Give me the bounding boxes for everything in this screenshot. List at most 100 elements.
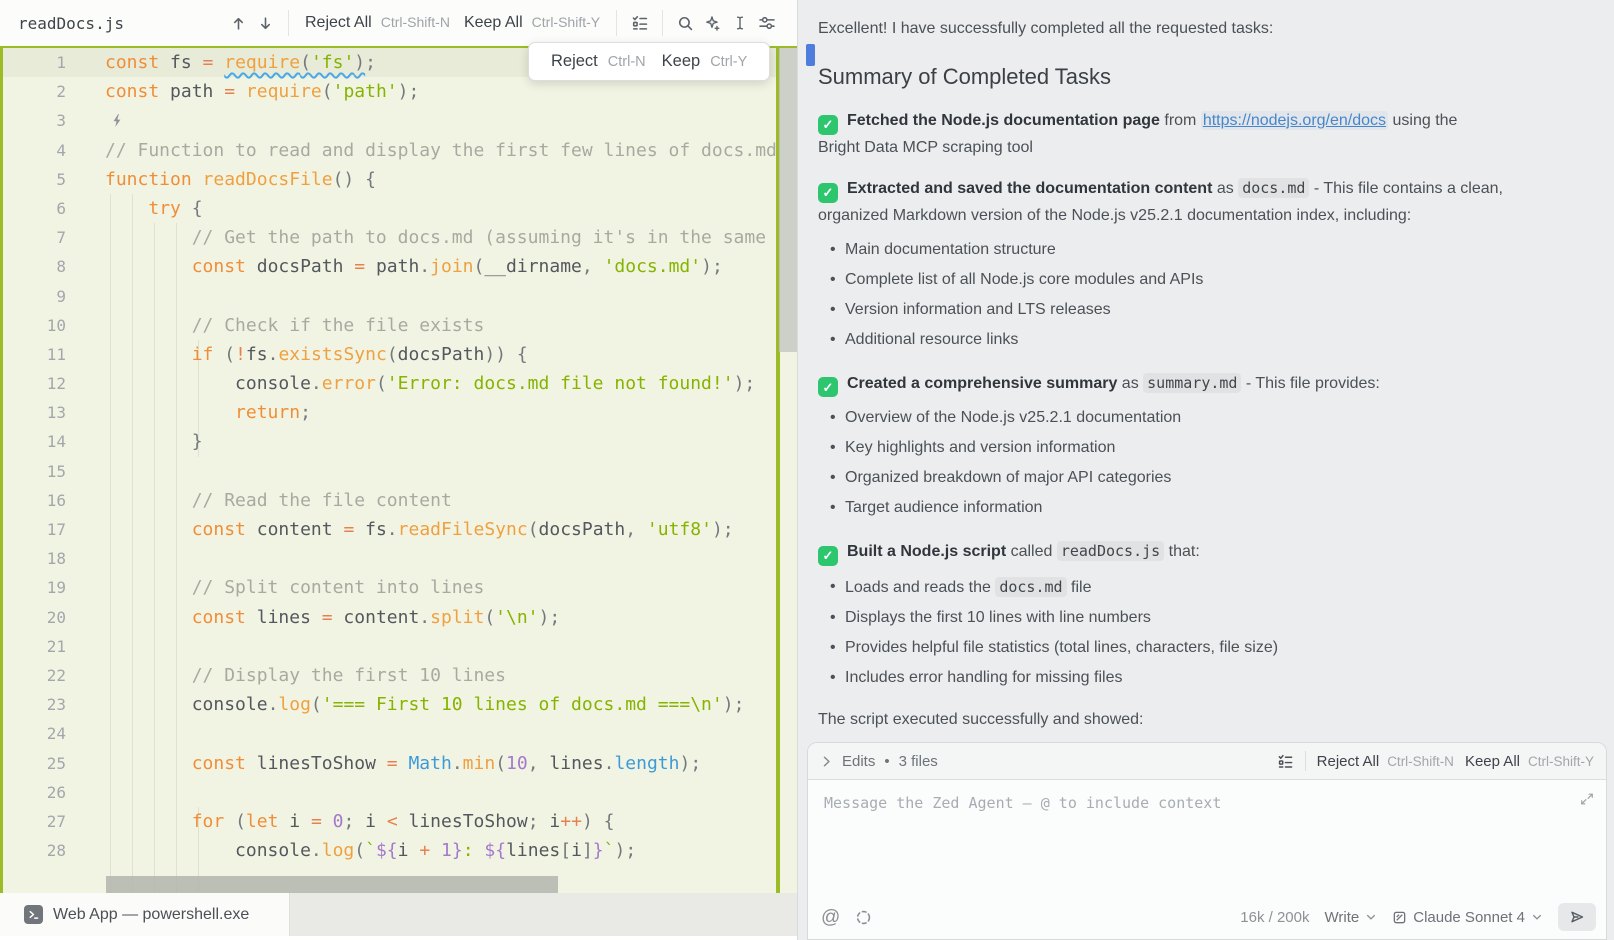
text: from [1160,112,1201,129]
code-text: // Function to read and display the firs… [66,136,777,165]
code-line[interactable]: 22 // Display the first 10 lines [0,661,797,690]
code-line[interactable]: 11 if (!fs.existsSync(docsPath)) { [0,340,797,369]
terminal-tab[interactable]: Web App — powershell.exe [0,893,290,936]
review-list-icon [1277,753,1294,770]
bullet-dot: • [830,633,836,663]
reject-all-shortcut: Ctrl-Shift-N [381,14,450,30]
text-cursor-button[interactable] [726,10,753,36]
message-input[interactable]: Message the Zed Agent — @ to include con… [808,780,1606,890]
line-number: 3 [0,106,66,135]
code-line[interactable]: 13 return; [0,398,797,427]
editor-settings-button[interactable] [753,10,780,36]
code-line[interactable]: 18 [0,544,797,573]
panel-scrollbar-thumb[interactable] [806,44,815,66]
code-line[interactable]: 26 [0,778,797,807]
bullet-item: •Overview of the Node.js v25.2.1 documen… [818,403,1570,433]
agent-panel: Excellent! I have successfully completed… [797,0,1614,940]
check-icon: ✓ [818,115,838,135]
text: Overview of the Node.js v25.2.1 document… [845,409,1181,426]
code-line[interactable]: 19 // Split content into lines [0,573,797,602]
mode-selector[interactable]: Write [1325,909,1378,926]
line-number: 27 [0,807,66,836]
inline-assist-button[interactable] [699,10,726,36]
code-line[interactable]: 8 const docsPath = path.join(__dirname, … [0,252,797,281]
link[interactable]: https://nodejs.org/en/docs [1201,111,1388,130]
code-line[interactable]: 24 [0,719,797,748]
task-item: ✓Fetched the Node.js documentation page … [818,108,1570,160]
text: Displays the first 10 lines with line nu… [845,609,1151,626]
code-line[interactable]: 12 console.error('Error: docs.md file no… [0,369,797,398]
code-line[interactable]: 23 console.log('=== First 10 lines of do… [0,690,797,719]
panel-reject-all-button[interactable]: Reject All Ctrl-Shift-N [1317,753,1454,770]
text: Loads and reads the [845,579,995,596]
model-selector[interactable]: Claude Sonnet 4 [1392,909,1543,926]
code-line[interactable]: 9 [0,282,797,311]
assistant-paragraph: Excellent! I have successfully completed… [818,17,1570,41]
code-editor[interactable]: 1const fs = require('fs');2const path = … [0,46,797,895]
text: Organized breakdown of major API categor… [845,469,1171,486]
edits-divider [1305,751,1306,771]
prev-hunk-button[interactable] [225,10,252,36]
code-line[interactable]: 15 [0,457,797,486]
code-line[interactable]: 6 try { [0,194,797,223]
keep-hunk-button[interactable]: Keep Ctrl-Y [662,52,748,71]
code-line[interactable]: 2const path = require('path'); [0,77,797,106]
next-hunk-button[interactable] [252,10,279,36]
vertical-scrollbar-thumb[interactable] [779,48,797,352]
code-line[interactable]: 25 const linesToShow = Math.min(10, line… [0,749,797,778]
code-line[interactable]: 10 // Check if the file exists [0,311,797,340]
code-line[interactable]: 20 const lines = content.split('\n'); [0,603,797,632]
bullet-dot: • [830,603,836,633]
edits-review-bar: Edits • 3 files Reject All Ctrl-Shift-N … [808,743,1606,780]
terminal-tab-label: Web App — powershell.exe [53,906,249,924]
chevron-right-icon [820,755,833,768]
code-line[interactable]: 28 console.log(`${i + 1}: ${lines[i]}`); [0,836,797,865]
code-line[interactable]: 21 [0,632,797,661]
code-text: const path = require('path'); [66,77,419,106]
review-changes-button[interactable] [1277,753,1294,770]
review-list-button[interactable] [626,10,653,36]
code-line[interactable]: 27 for (let i = 0; i < linesToShow; i++)… [0,807,797,836]
search-button[interactable] [672,10,699,36]
keep-all-button[interactable]: Keep All Ctrl-Shift-Y [464,14,600,32]
text: file [1067,579,1092,596]
add-context-button[interactable]: @ [821,908,840,927]
code-text: try { [66,194,203,223]
text: - This file contains a clean, [1309,180,1503,197]
code-line[interactable]: 7 // Get the path to docs.md (assuming i… [0,223,797,252]
edits-expander[interactable]: Edits • 3 files [820,753,938,770]
reject-hunk-button[interactable]: Reject Ctrl-N [551,52,646,71]
review-list-icon [631,14,649,32]
bullet-dot: • [830,572,836,602]
panel-keep-all-button[interactable]: Keep All Ctrl-Shift-Y [1465,753,1594,770]
code-line[interactable]: 16 // Read the file content [0,486,797,515]
zap-icon[interactable] [110,113,124,128]
bold-text: Created a comprehensive summary [847,375,1117,392]
code-text [66,632,105,661]
code-line[interactable]: 17 const content = fs.readFileSync(docsP… [0,515,797,544]
line-number: 2 [0,77,66,106]
at-mention-icon: @ [821,908,840,927]
line-number: 16 [0,486,66,515]
code-line[interactable]: 14 } [0,427,797,456]
text: Summary of Completed Tasks [818,64,1111,89]
focus-mode-button[interactable] [855,909,872,926]
send-button[interactable] [1558,903,1596,931]
line-number: 26 [0,778,66,807]
task-item: ✓Extracted and saved the documentation c… [818,176,1570,228]
code-line[interactable]: 4// Function to read and display the fir… [0,136,797,165]
horizontal-scrollbar-thumb[interactable] [106,876,558,893]
panel-reject-all-label: Reject All [1317,753,1380,770]
code-line[interactable]: 5function readDocsFile() { [0,165,797,194]
reject-all-label: Reject All [305,14,372,32]
arrow-down-icon [257,15,274,32]
task-item: ✓Created a comprehensive summary as summ… [818,371,1570,398]
bullet-item: •Provides helpful file statistics (total… [818,633,1570,663]
zed-window: readDocs.js Reject All Ctrl-Shift-N Keep… [0,0,1614,940]
reject-all-button[interactable]: Reject All Ctrl-Shift-N [305,14,450,32]
line-number: 1 [0,48,66,77]
expand-composer-button[interactable] [1580,792,1594,806]
arrow-up-icon [230,15,247,32]
code-text [66,282,105,311]
code-line[interactable]: 3 [0,106,797,135]
